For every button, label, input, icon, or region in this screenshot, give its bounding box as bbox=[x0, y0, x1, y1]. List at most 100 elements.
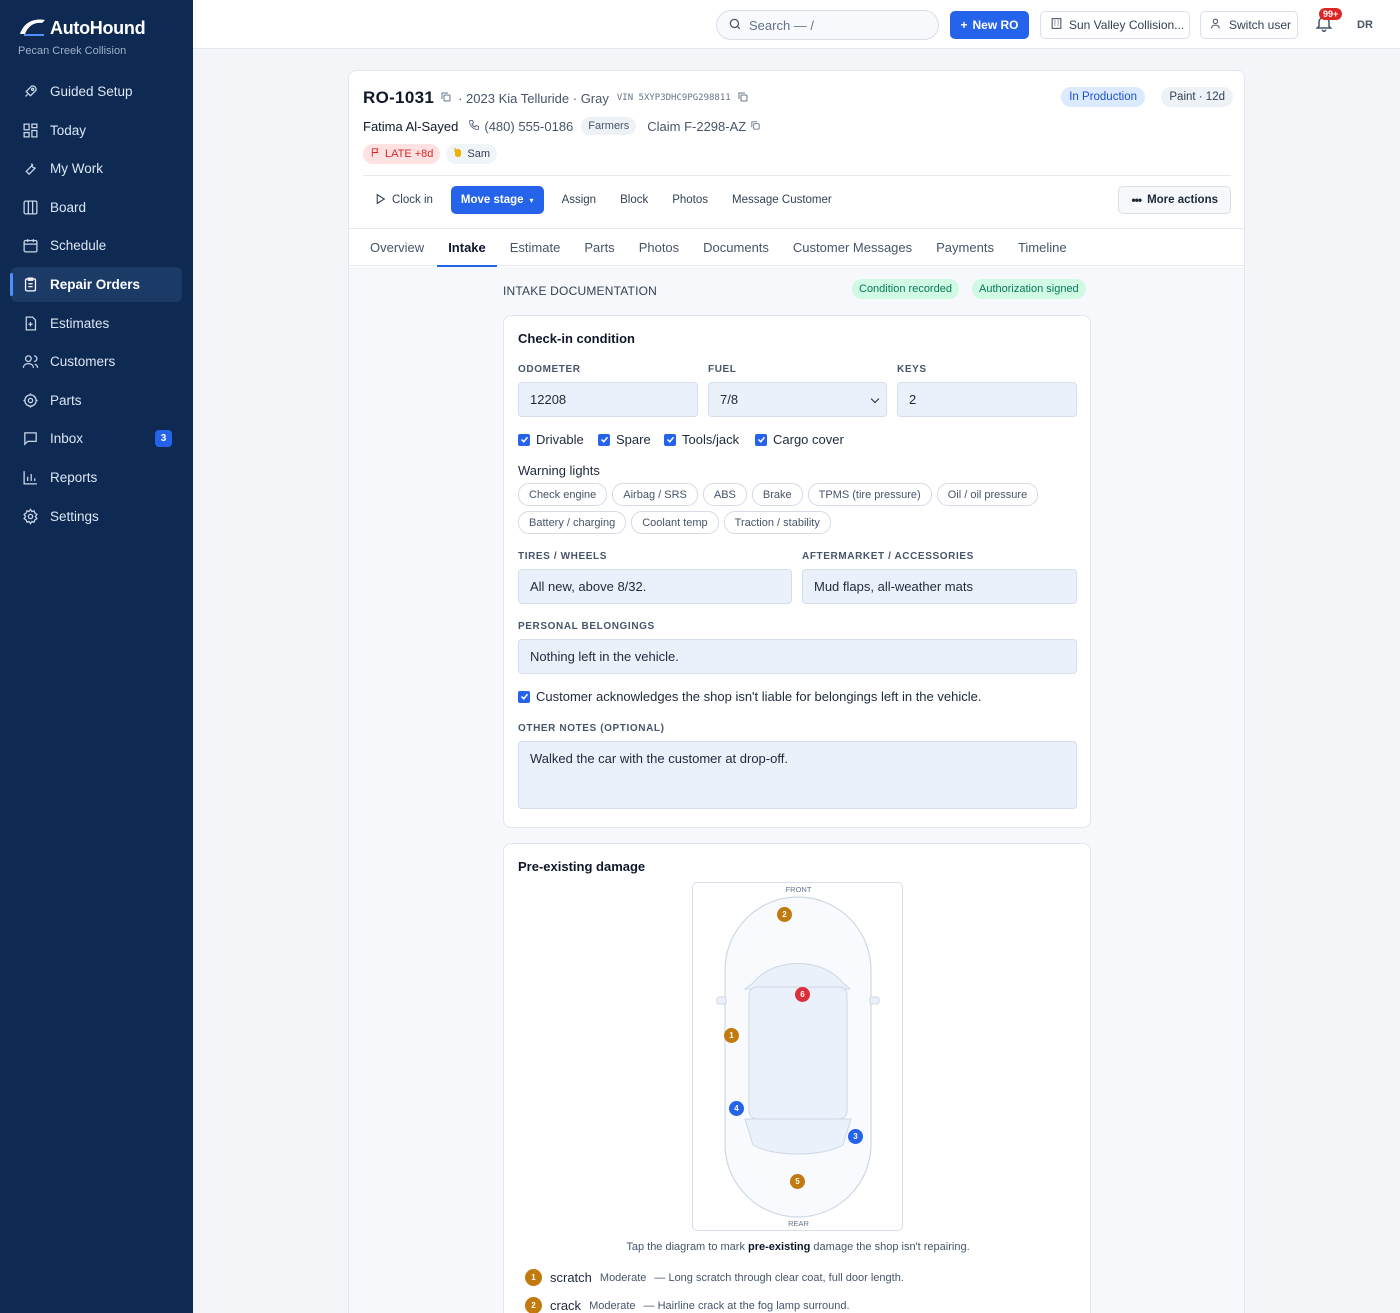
damage-description: — Long scratch through clear coat, full … bbox=[654, 1271, 904, 1284]
odometer-field[interactable]: 12208 bbox=[518, 382, 698, 417]
sidebar-item-label: Parts bbox=[50, 392, 82, 408]
copy-vin-icon[interactable] bbox=[737, 91, 749, 106]
warning-light-toggle[interactable]: Oil / oil pressure bbox=[936, 483, 1039, 506]
warning-light-toggle[interactable]: Traction / stability bbox=[723, 511, 831, 534]
fuel-select[interactable]: 7/8 bbox=[708, 382, 887, 417]
aftermarket-field[interactable]: Mud flaps, all-weather mats bbox=[802, 569, 1077, 604]
claim-number: Claim F-2298-AZ bbox=[647, 119, 761, 134]
liability-ack-checkbox[interactable]: Customer acknowledges the shop isn't lia… bbox=[518, 689, 981, 704]
damage-marker[interactable]: 1 bbox=[724, 1028, 739, 1043]
warning-light-toggle[interactable]: ABS bbox=[702, 483, 747, 506]
checkbox-label: Cargo cover bbox=[773, 432, 844, 447]
copy-icon[interactable] bbox=[440, 91, 452, 106]
shop-switcher-button[interactable]: Sun Valley Collision... bbox=[1040, 11, 1190, 39]
customer-name[interactable]: Fatima Al-Sayed bbox=[363, 119, 458, 134]
stage-badge: Paint · 12d bbox=[1161, 87, 1233, 107]
sidebar-item-schedule[interactable]: Schedule bbox=[11, 228, 182, 263]
more-actions-button[interactable]: ••• More actions bbox=[1118, 186, 1231, 214]
checkbox-label: Tools/jack bbox=[682, 432, 740, 447]
tires-label: TIRES / WHEELS bbox=[518, 551, 607, 562]
warning-light-toggle[interactable]: Battery / charging bbox=[518, 511, 627, 534]
sidebar-item-today[interactable]: Today bbox=[11, 113, 182, 148]
switch-user-button[interactable]: Switch user bbox=[1200, 11, 1298, 39]
damage-number: 1 bbox=[525, 1269, 542, 1286]
brand-logo-icon bbox=[18, 16, 46, 41]
tab-parts[interactable]: Parts bbox=[573, 229, 625, 266]
sidebar-item-board[interactable]: Board bbox=[11, 190, 182, 225]
sidebar-item-parts[interactable]: Parts bbox=[11, 383, 182, 418]
damage-list-item[interactable]: 2 crack Moderate — Hairline crack at the… bbox=[525, 1297, 850, 1313]
tab-customer-messages[interactable]: Customer Messages bbox=[782, 229, 923, 266]
warning-light-toggle[interactable]: Brake bbox=[751, 483, 803, 506]
tab-timeline[interactable]: Timeline bbox=[1007, 229, 1078, 266]
search-input[interactable]: Search — / bbox=[716, 10, 939, 40]
users-icon bbox=[21, 353, 39, 371]
late-badge: LATE +8d bbox=[363, 144, 441, 164]
spare-checkbox[interactable]: Spare bbox=[598, 432, 651, 447]
move-stage-label: Move stage bbox=[460, 194, 524, 206]
block-button[interactable]: Block bbox=[608, 186, 660, 214]
sidebar-item-label: Settings bbox=[50, 508, 99, 524]
tab-photos[interactable]: Photos bbox=[628, 229, 690, 266]
copy-claim-icon[interactable] bbox=[750, 119, 761, 134]
sidebar-item-estimates[interactable]: Estimates bbox=[11, 306, 182, 341]
user-icon bbox=[1210, 17, 1223, 33]
checkmark-icon bbox=[598, 433, 610, 446]
customer-phone[interactable]: (480) 555-0186 bbox=[468, 119, 573, 134]
avatar[interactable]: DR bbox=[1352, 13, 1378, 37]
tools-jack-checkbox[interactable]: Tools/jack bbox=[664, 432, 739, 447]
dashboard-icon bbox=[21, 121, 39, 139]
action-bar: Clock in Move stage ▾ Assign Block Photo… bbox=[363, 186, 1231, 214]
hint-emphasis: pre-existing bbox=[748, 1241, 811, 1253]
vehicle-damage-diagram[interactable]: FRONT REAR 1 2 3 4 5 6 bbox=[692, 882, 903, 1231]
section-title: INTAKE DOCUMENTATION bbox=[503, 284, 657, 298]
new-ro-button[interactable]: + New RO bbox=[950, 11, 1029, 39]
damage-list-item[interactable]: 1 scratch Moderate — Long scratch throug… bbox=[525, 1269, 904, 1286]
tab-documents[interactable]: Documents bbox=[692, 229, 780, 266]
clock-in-button[interactable]: Clock in bbox=[363, 186, 445, 214]
search-placeholder: Search — / bbox=[749, 17, 815, 33]
damage-marker[interactable]: 4 bbox=[729, 1101, 744, 1116]
sidebar-item-reports[interactable]: Reports bbox=[11, 460, 182, 495]
tab-estimate[interactable]: Estimate bbox=[499, 229, 572, 266]
sidebar-item-settings[interactable]: Settings bbox=[11, 499, 182, 534]
cargo-cover-checkbox[interactable]: Cargo cover bbox=[755, 432, 844, 447]
switch-user-label: Switch user bbox=[1229, 18, 1292, 32]
settings-icon bbox=[21, 507, 39, 525]
odometer-label: ODOMETER bbox=[518, 364, 581, 375]
warning-light-toggle[interactable]: Coolant temp bbox=[631, 511, 719, 534]
sidebar-item-repair-orders[interactable]: Repair Orders bbox=[10, 266, 182, 302]
keys-field[interactable]: 2 bbox=[897, 382, 1077, 417]
calendar-icon bbox=[21, 237, 39, 255]
photos-button[interactable]: Photos bbox=[660, 186, 720, 214]
sidebar-item-inbox[interactable]: Inbox 3 bbox=[11, 421, 182, 456]
sidebar-item-my-work[interactable]: My Work bbox=[11, 151, 182, 186]
warning-light-toggle[interactable]: Check engine bbox=[518, 483, 608, 506]
tab-intake[interactable]: Intake bbox=[437, 229, 497, 267]
flag-icon bbox=[370, 147, 381, 161]
damage-type: scratch bbox=[550, 1270, 592, 1285]
damage-marker[interactable]: 5 bbox=[790, 1174, 805, 1189]
move-stage-button[interactable]: Move stage ▾ bbox=[450, 186, 544, 214]
belongings-label: PERSONAL BELONGINGS bbox=[518, 621, 655, 632]
belongings-field[interactable]: Nothing left in the vehicle. bbox=[518, 639, 1077, 674]
vehicle-info: · 2023 Kia Telluride · Gray bbox=[458, 90, 609, 106]
damage-marker[interactable]: 3 bbox=[848, 1129, 863, 1144]
drivable-checkbox[interactable]: Drivable bbox=[518, 432, 584, 447]
message-customer-button[interactable]: Message Customer bbox=[720, 186, 844, 214]
damage-marker[interactable]: 2 bbox=[777, 907, 792, 922]
notes-textarea[interactable]: Walked the car with the customer at drop… bbox=[518, 741, 1077, 809]
sidebar-item-guided-setup[interactable]: Guided Setup bbox=[11, 74, 182, 109]
damage-marker[interactable]: 6 bbox=[795, 987, 810, 1002]
warning-light-toggle[interactable]: TPMS (tire pressure) bbox=[807, 483, 932, 506]
tab-overview[interactable]: Overview bbox=[359, 229, 435, 266]
panel-title: Pre-existing damage bbox=[518, 859, 646, 874]
assign-button[interactable]: Assign bbox=[550, 186, 609, 214]
warning-light-toggle[interactable]: Airbag / SRS bbox=[612, 483, 698, 506]
tab-payments[interactable]: Payments bbox=[925, 229, 1005, 266]
warning-lights-title: Warning lights bbox=[518, 463, 600, 478]
inbox-count-badge: 3 bbox=[155, 430, 172, 448]
tires-field[interactable]: All new, above 8/32. bbox=[518, 569, 792, 604]
sidebar-item-customers[interactable]: Customers bbox=[11, 344, 182, 379]
ellipsis-icon: ••• bbox=[1131, 193, 1142, 207]
